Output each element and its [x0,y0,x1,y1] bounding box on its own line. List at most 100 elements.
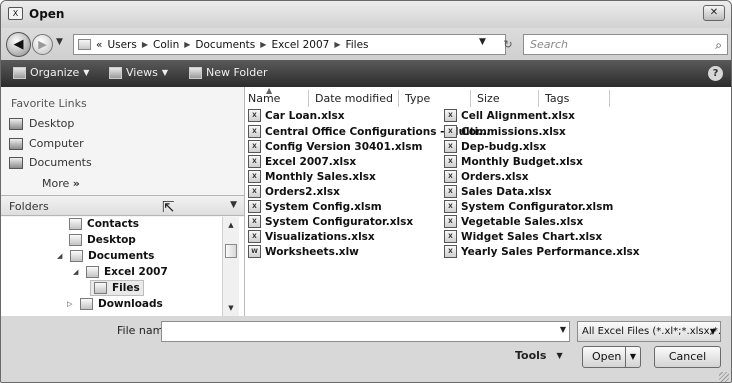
favorite-item-documents[interactable]: Documents [9,156,92,169]
excel-file-icon: X [248,215,261,228]
open-button[interactable]: Open ▼ [582,346,641,368]
file-item[interactable]: X System Configurator.xlsx [248,215,413,228]
breadcrumb-documents[interactable]: Documents [195,39,255,51]
search-input[interactable]: Search ⌕ [523,34,728,55]
file-item[interactable]: X Yearly Sales Performance.xlsx [444,245,640,258]
folders-bar[interactable]: Folders ▼ [1,195,244,216]
expanded-icon[interactable]: ◢ [73,268,81,276]
favorite-links-heading: Favorite Links [11,97,87,110]
help-icon[interactable]: ? [708,66,723,81]
history-dropdown-icon[interactable]: ▼ [56,37,63,47]
close-button[interactable]: ✕ [703,5,725,21]
cancel-button[interactable]: Cancel [654,346,721,368]
chevron-right-icon[interactable]: ▶ [142,40,148,49]
excel-file-icon: X [444,200,457,213]
file-item[interactable]: X System Configurator.xlsm [444,200,613,213]
tree-item-files[interactable]: Files [90,280,144,296]
file-item[interactable]: X Orders.xlsx [444,170,529,183]
column-date-modified[interactable]: Date modified [315,92,393,105]
file-item[interactable]: X Sales Data.xlsx [444,185,552,198]
file-item[interactable]: X Excel 2007.xlsx [248,155,356,168]
file-name: Yearly Sales Performance.xlsx [461,245,640,258]
favorite-item-desktop[interactable]: Desktop [9,117,74,130]
file-item[interactable]: X Cell Alignment.xlsx [444,109,575,122]
tree-item-desktop[interactable]: Desktop [69,234,136,246]
tree-item-excel-2007[interactable]: ◢ Excel 2007 [73,266,168,278]
open-label: Open [592,350,622,363]
file-item[interactable]: X System Config.xlsm [248,200,382,213]
organize-button[interactable]: Organize ▼ [13,66,89,79]
chevron-down-icon[interactable]: ▼ [230,200,237,210]
file-item[interactable]: X Vegetable Sales.xlsx [444,215,583,228]
contacts-icon [69,218,82,230]
new-folder-button[interactable]: New Folder [189,66,267,79]
column-divider[interactable] [308,90,309,107]
file-item[interactable]: X Orders2.xlsx [248,185,340,198]
folder-icon [70,250,83,262]
collapsed-icon[interactable]: ▷ [67,300,75,308]
file-item[interactable]: X Commissions.xlsx [444,125,566,138]
address-dropdown-icon[interactable]: ▼ [479,37,486,47]
scroll-down-icon[interactable]: ▼ [223,302,239,314]
more-link[interactable]: More » [42,177,80,190]
column-tags[interactable]: Tags [545,92,569,105]
excel-workspace-icon: W [248,245,261,258]
favorite-item-computer[interactable]: Computer [9,137,84,150]
resize-grip-icon[interactable] [719,372,729,382]
chevron-down-icon: ▼ [556,351,563,360]
breadcrumb-users[interactable]: Users [107,39,136,51]
breadcrumb[interactable]: « Users ▶ Colin ▶ Documents ▶ Excel 2007… [73,34,506,55]
column-divider[interactable] [470,90,471,107]
tree-scrollbar[interactable]: ▲ ▼ [222,217,239,316]
column-divider[interactable] [398,90,399,107]
excel-file-icon: X [444,185,457,198]
desktop-icon [9,117,23,130]
file-name-field[interactable]: ▼ [161,321,570,342]
column-divider[interactable] [538,90,539,107]
scroll-thumb[interactable] [225,244,237,258]
chevron-right-icon[interactable]: ▶ [260,40,266,49]
tree-label: Excel 2007 [104,266,168,278]
file-item[interactable]: X Widget Sales Chart.xlsx [444,230,602,243]
file-item[interactable]: X Monthly Sales.xlsx [248,170,376,183]
column-divider[interactable] [609,90,610,107]
file-name: System Configurator.xlsm [461,200,614,213]
column-size[interactable]: Size [477,92,500,105]
forward-button[interactable]: ▶ [32,34,53,55]
organize-icon [13,66,26,79]
views-button[interactable]: Views ▼ [109,66,168,79]
chevron-right-icon[interactable]: ▶ [334,40,340,49]
column-name[interactable]: Name [248,92,280,105]
title-bar: X Open ✕ [1,1,731,28]
breadcrumb-overflow[interactable]: « [96,39,102,51]
file-type-select[interactable]: All Excel Files (*.xl*;*.xlsx;*.xlsr ▼ [577,321,721,342]
tree-item-contacts[interactable]: Contacts [69,218,139,230]
computer-icon [9,137,23,150]
favorite-label: Documents [29,156,92,169]
favorite-label: Computer [29,137,84,150]
file-item[interactable]: X Dep-budg.xlsx [444,140,546,153]
breadcrumb-excel-2007[interactable]: Excel 2007 [271,39,329,51]
tools-label: Tools [515,349,547,362]
excel-file-icon: X [444,125,457,138]
file-item[interactable]: X Monthly Budget.xlsx [444,155,583,168]
open-options-dropdown[interactable]: ▼ [625,347,640,367]
file-item[interactable]: X Car Loan.xlsx [248,109,344,122]
tree-item-downloads[interactable]: ▷ Downloads [67,298,163,310]
file-item[interactable]: W Worksheets.xlw [248,245,359,258]
breadcrumb-colin[interactable]: Colin [153,39,179,51]
scroll-up-icon[interactable]: ▲ [223,219,239,231]
expanded-icon[interactable]: ◢ [57,252,65,260]
column-type[interactable]: Type [405,92,430,105]
chevron-right-icon[interactable]: ▶ [184,40,190,49]
file-item[interactable]: X Config Version 30401.xlsm [248,140,422,153]
tools-button[interactable]: Tools ▼ [515,349,563,362]
search-icon[interactable]: ⌕ [715,36,722,55]
chevron-down-icon[interactable]: ▼ [560,325,566,334]
refresh-icon[interactable]: ↻ [497,35,519,54]
file-item[interactable]: X Visualizations.xlsx [248,230,375,243]
back-button[interactable]: ◀ [6,32,31,57]
views-icon [109,66,122,79]
breadcrumb-files[interactable]: Files [345,39,368,51]
tree-item-documents[interactable]: ◢ Documents [57,250,154,262]
